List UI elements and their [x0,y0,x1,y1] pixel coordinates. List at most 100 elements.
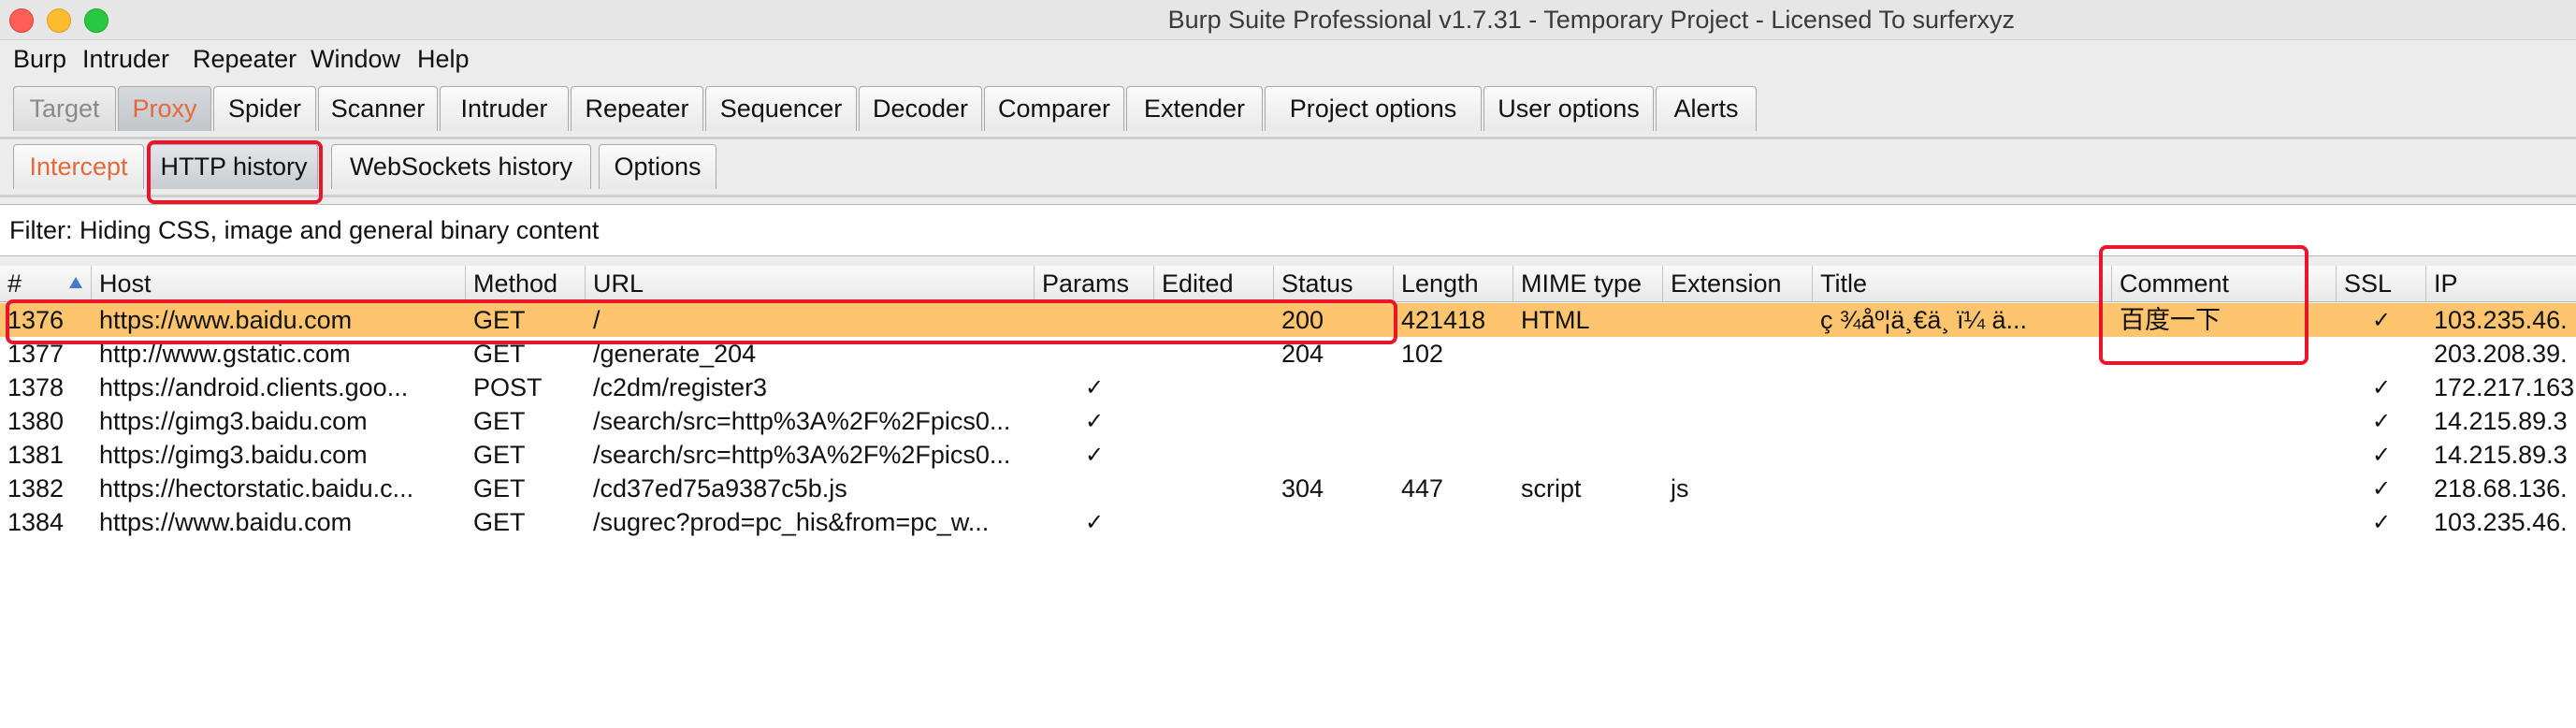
cell-params [1035,472,1154,505]
cell-params: ✓ [1084,442,1105,468]
tab-comparer[interactable]: Comparer [984,86,1124,131]
column-header-number[interactable]: # [0,266,92,301]
cell-extension [1663,438,1813,472]
cell-host: http://www.gstatic.com [99,340,351,368]
tab-target[interactable]: Target [13,86,116,131]
cell-host: https://gimg3.baidu.com [99,441,368,469]
table-row[interactable]: 1376 https://www.baidu.com GET / 200 421418 HT… [0,303,2576,337]
cell-method: GET [473,407,526,435]
filter-bar[interactable]: Filter: Hiding CSS, image and general bi… [0,204,2576,256]
subtab-intercept[interactable]: Intercept [13,144,144,189]
tab-intruder[interactable]: Intruder [440,86,569,131]
column-header-mime-type[interactable]: MIME type [1513,266,1663,301]
tab-proxy[interactable]: Proxy [118,86,211,131]
subtab-websockets-history[interactable]: WebSockets history [331,144,591,189]
tab-scanner[interactable]: Scanner [318,86,438,131]
menu-bar: Burp Intruder Repeater Window Help [0,41,2576,79]
sort-ascending-icon [69,277,82,288]
table-row[interactable]: 1384 https://www.baidu.com GET/sugrec?prod… [0,505,2576,539]
cell-number: 1380 [7,407,65,435]
column-header-length[interactable]: Length [1394,266,1513,301]
cell-mime-type [1513,337,1663,371]
cell-method: GET [473,508,526,536]
menu-intruder[interactable]: Intruder [82,45,169,74]
window-title: Burp Suite Professional v1.7.31 - Tempor… [1167,6,2015,34]
tab-user-options[interactable]: User options [1483,86,1654,131]
cell-ssl: ✓ [2371,509,2392,535]
cell-extension [1663,371,1813,404]
table-row[interactable]: 1380 https://gimg3.baidu.com GET/search/sr… [0,404,2576,438]
cell-method: GET [473,441,526,469]
cell-host: https://www.baidu.com [99,306,353,334]
cell-status: 304 [1281,474,1324,502]
cell-comment [2112,438,2337,472]
cell-ip: 14.215.89.3 [2434,407,2568,435]
column-header-host[interactable]: Host [92,266,466,301]
tab-project-options[interactable]: Project options [1265,86,1482,131]
subtab-options[interactable]: Options [599,144,716,189]
column-header-params[interactable]: Params [1035,266,1154,301]
cell-title [1813,404,2112,438]
table-row[interactable]: 1382 https://hectorstatic.baidu.c... GET/c… [0,472,2576,505]
http-history-table: # Host Method URL Params Edited Status L… [0,266,2576,728]
cell-url: /generate_204 [593,340,757,368]
tab-spider[interactable]: Spider [213,86,316,131]
column-header-extension[interactable]: Extension [1663,266,1813,301]
tab-extender[interactable]: Extender [1126,86,1263,131]
cell-extension: js [1671,474,1689,502]
cell-mime-type [1513,371,1663,404]
cell-mime-type [1513,438,1663,472]
cell-comment: 百度一下 [2120,306,2221,334]
cell-status [1274,404,1394,438]
cell-url: /search/src=http%3A%2F%2Fpics0... [593,441,1011,469]
cell-length [1394,505,1513,539]
cell-ssl: ✓ [2371,408,2392,434]
menu-window[interactable]: Window [311,45,400,74]
cell-number: 1376 [7,306,65,334]
tab-repeater[interactable]: Repeater [571,86,703,131]
cell-title: ç ¾åº¦ä¸€ä¸ ï¼ ä... [1820,306,2027,334]
cell-url: /search/src=http%3A%2F%2Fpics0... [593,407,1011,435]
column-header-url[interactable]: URL [586,266,1035,301]
cell-ip: 103.235.46. [2434,306,2568,334]
cell-number: 1381 [7,441,65,469]
cell-method: GET [473,306,526,334]
cell-ssl: ✓ [2371,475,2392,502]
cell-length [1394,438,1513,472]
cell-title [1813,472,2112,505]
menu-burp[interactable]: Burp [13,45,66,74]
tab-decoder[interactable]: Decoder [859,86,982,131]
table-row[interactable]: 1377 http://www.gstatic.com GET/generate_2… [0,337,2576,371]
menu-help[interactable]: Help [417,45,470,74]
cell-number: 1377 [7,340,65,368]
menu-repeater[interactable]: Repeater [193,45,297,74]
subtab-http-history[interactable]: HTTP history [150,144,318,189]
cell-comment [2112,404,2337,438]
cell-status [1274,505,1394,539]
column-header-status[interactable]: Status [1274,266,1394,301]
column-header-title[interactable]: Title [1813,266,2112,301]
cell-edited [1154,438,1274,472]
column-header-edited[interactable]: Edited [1154,266,1274,301]
cell-comment [2112,371,2337,404]
cell-status [1274,371,1394,404]
cell-number: 1378 [7,373,65,401]
cell-length: 102 [1401,340,1444,368]
cell-host: https://www.baidu.com [99,508,353,536]
column-header-comment[interactable]: Comment [2112,266,2337,301]
cell-mime-type [1513,505,1663,539]
cell-params: ✓ [1084,509,1105,535]
cell-ip: 203.208.39. [2434,340,2568,368]
cell-params [1035,337,1154,371]
tab-alerts[interactable]: Alerts [1656,86,1757,131]
cell-status [1274,438,1394,472]
cell-extension [1663,404,1813,438]
cell-host: https://gimg3.baidu.com [99,407,368,435]
column-header-ip[interactable]: IP [2426,266,2576,301]
column-header-method[interactable]: Method [466,266,586,301]
table-row[interactable]: 1378 https://android.clients.goo... POST/c… [0,371,2576,404]
column-header-ssl[interactable]: SSL [2337,266,2426,301]
cell-status: 204 [1281,340,1324,368]
tab-sequencer[interactable]: Sequencer [705,86,857,131]
table-row[interactable]: 1381 https://gimg3.baidu.com GET/search/sr… [0,438,2576,472]
